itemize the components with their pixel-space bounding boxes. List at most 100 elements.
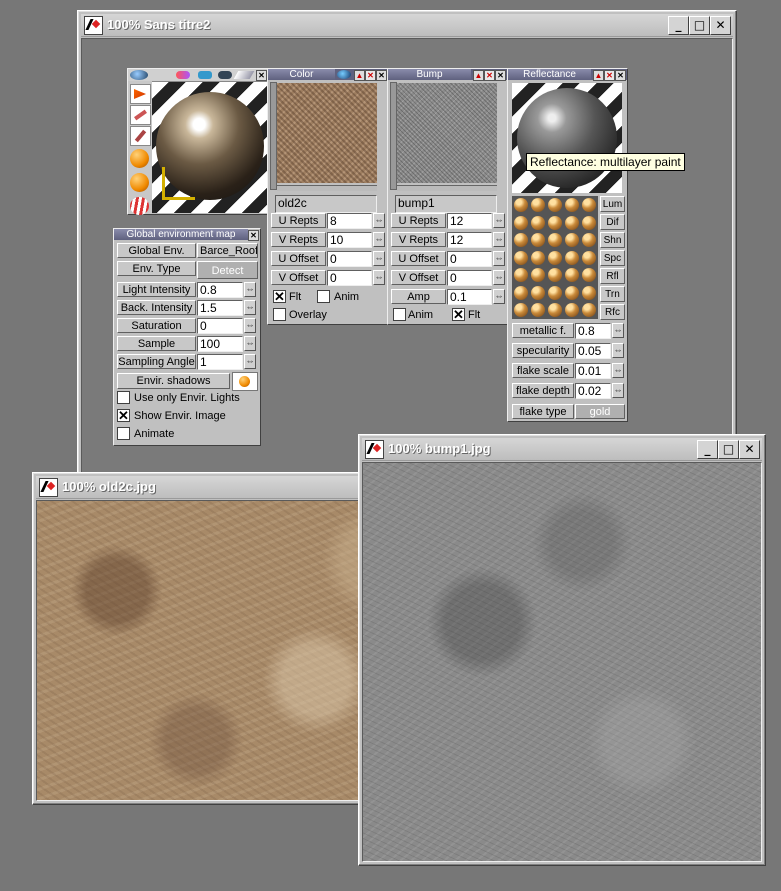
- reflectance-side-button[interactable]: Rfl: [600, 268, 625, 284]
- preset-ball-icon[interactable]: [531, 268, 545, 282]
- reflectance-panel-remove-icon[interactable]: ✕: [604, 70, 615, 81]
- preset-ball-icon[interactable]: [514, 285, 528, 300]
- striped-ball-icon[interactable]: [130, 197, 149, 215]
- preset-ball-icon[interactable]: [582, 268, 596, 282]
- preview-viewport[interactable]: [152, 82, 267, 213]
- preset-ball-icon[interactable]: [582, 215, 596, 230]
- preset-ball-icon[interactable]: [548, 233, 562, 247]
- stepper-arrows-icon[interactable]: ⇔: [244, 318, 256, 333]
- stepper-arrows-icon[interactable]: ⇔: [612, 323, 624, 338]
- preset-ball-icon[interactable]: [548, 215, 562, 230]
- minimize-button[interactable]: _: [668, 16, 689, 35]
- reflectance-row-input[interactable]: 0.02: [575, 383, 611, 399]
- bump1-maximize-button[interactable]: □: [718, 440, 739, 459]
- stepper-arrows-icon[interactable]: ⇔: [373, 251, 385, 266]
- preset-ball-icon[interactable]: [565, 198, 579, 212]
- reflectance-side-button[interactable]: Trn: [600, 286, 625, 302]
- color-panel-close-icon[interactable]: ✕: [376, 70, 387, 81]
- preset-ball-icon[interactable]: [531, 250, 545, 265]
- preset-ball-icon[interactable]: [514, 268, 528, 282]
- env-panel-close-icon[interactable]: ✕: [248, 230, 259, 241]
- preset-ball-icon[interactable]: [565, 285, 579, 300]
- bump1-close-button[interactable]: ✕: [739, 440, 760, 459]
- stepper-arrows-icon[interactable]: ⇔: [612, 363, 624, 378]
- env-checkbox[interactable]: [117, 391, 130, 404]
- reflectance-side-button[interactable]: Spc: [600, 250, 625, 266]
- reflectance-side-button[interactable]: Rfc: [600, 304, 625, 320]
- color-anim-checkbox[interactable]: [317, 290, 330, 303]
- preset-ball-icon[interactable]: [514, 303, 528, 317]
- bump-row-input[interactable]: 12: [447, 232, 492, 248]
- preset-ball-icon[interactable]: [548, 285, 562, 300]
- preset-ball-icon[interactable]: [565, 303, 579, 317]
- bump-panel-up-icon[interactable]: ▲: [473, 70, 484, 81]
- orange-ball-icon[interactable]: [130, 149, 149, 168]
- preset-ball-icon[interactable]: [582, 198, 596, 212]
- bump1-window-titlebar[interactable]: 100% bump1.jpg _ □ ✕: [362, 438, 762, 461]
- preset-ball-icon[interactable]: [582, 303, 596, 317]
- bump-row-input[interactable]: 0: [447, 270, 492, 286]
- env-row-input[interactable]: 0.8: [197, 282, 243, 298]
- material-ball-icon[interactable]: [130, 70, 148, 80]
- bump-anim-checkbox[interactable]: [393, 308, 406, 321]
- stepper-arrows-icon[interactable]: ⇔: [493, 270, 505, 285]
- stepper-arrows-icon[interactable]: ⇔: [612, 383, 624, 398]
- globe-icon[interactable]: [337, 70, 351, 79]
- preset-ball-icon[interactable]: [548, 268, 562, 282]
- preview-close-icon[interactable]: ✕: [256, 70, 267, 81]
- preset-ball-icon[interactable]: [548, 303, 562, 317]
- bump-texture-thumbnail[interactable]: [397, 83, 497, 183]
- color-scrollbar[interactable]: [270, 82, 277, 190]
- stepper-arrows-icon[interactable]: ⇔: [493, 289, 505, 304]
- pen-tool-icon[interactable]: [130, 105, 151, 125]
- preset-ball-icon[interactable]: [548, 198, 562, 212]
- stepper-arrows-icon[interactable]: ⇔: [244, 300, 256, 315]
- reflectance-side-button[interactable]: Dif: [600, 214, 625, 230]
- brush-icon[interactable]: [233, 71, 255, 79]
- preset-ball-icon[interactable]: [531, 303, 545, 317]
- color-panel-up-icon[interactable]: ▲: [354, 70, 365, 81]
- stepper-arrows-icon[interactable]: ⇔: [612, 343, 624, 358]
- color-texture-thumbnail[interactable]: [277, 83, 377, 183]
- bump1-minimize-button[interactable]: _: [697, 440, 718, 459]
- flake-type-select[interactable]: gold: [575, 404, 625, 419]
- reflectance-panel-up-icon[interactable]: ▲: [593, 70, 604, 81]
- paint-icon[interactable]: [176, 71, 190, 79]
- glasses-icon[interactable]: [218, 71, 232, 79]
- global-env-value[interactable]: Barce_Rooft: [197, 243, 258, 258]
- bump-flt-checkbox[interactable]: ✕: [452, 308, 465, 321]
- stepper-arrows-icon[interactable]: ⇔: [493, 251, 505, 266]
- bump-panel-close-icon[interactable]: ✕: [495, 70, 506, 81]
- stepper-arrows-icon[interactable]: ⇔: [244, 282, 256, 297]
- preset-ball-icon[interactable]: [531, 215, 545, 230]
- env-row-input[interactable]: 1: [197, 354, 243, 370]
- color-slider-track[interactable]: [277, 185, 377, 191]
- preset-ball-icon[interactable]: [582, 250, 596, 265]
- stepper-arrows-icon[interactable]: ⇔: [244, 336, 256, 351]
- bump-row-input[interactable]: 0: [447, 251, 492, 267]
- reflectance-side-button[interactable]: Lum: [600, 196, 625, 212]
- env-type-select[interactable]: Detect: [197, 261, 258, 279]
- picker-tool-icon[interactable]: [130, 126, 151, 146]
- env-checkbox[interactable]: [117, 427, 130, 440]
- env-row-input[interactable]: 1.5: [197, 300, 243, 316]
- main-window-titlebar[interactable]: 100% Sans titre2 _ □ ✕: [81, 14, 733, 37]
- color-texture-name[interactable]: old2c: [275, 195, 377, 213]
- light-tool-icon[interactable]: [130, 84, 151, 104]
- preset-ball-icon[interactable]: [565, 268, 579, 282]
- bump-scrollbar[interactable]: [390, 82, 397, 190]
- reflectance-row-input[interactable]: 0.8: [575, 323, 611, 339]
- color-row-input[interactable]: 8: [327, 213, 372, 229]
- bump-row-input[interactable]: 0.1: [447, 289, 492, 305]
- maximize-button[interactable]: □: [689, 16, 710, 35]
- bump1-window[interactable]: 100% bump1.jpg _ □ ✕: [358, 434, 766, 866]
- bump-row-input[interactable]: 12: [447, 213, 492, 229]
- reflectance-side-button[interactable]: Shn: [600, 232, 625, 248]
- cube-icon[interactable]: [198, 71, 212, 79]
- stepper-arrows-icon[interactable]: ⇔: [244, 354, 256, 369]
- preset-ball-icon[interactable]: [582, 285, 596, 300]
- envir-shadows-button[interactable]: Envir. shadows: [117, 373, 230, 389]
- preset-ball-icon[interactable]: [565, 215, 579, 230]
- preset-ball-icon[interactable]: [514, 250, 528, 265]
- stepper-arrows-icon[interactable]: ⇔: [373, 270, 385, 285]
